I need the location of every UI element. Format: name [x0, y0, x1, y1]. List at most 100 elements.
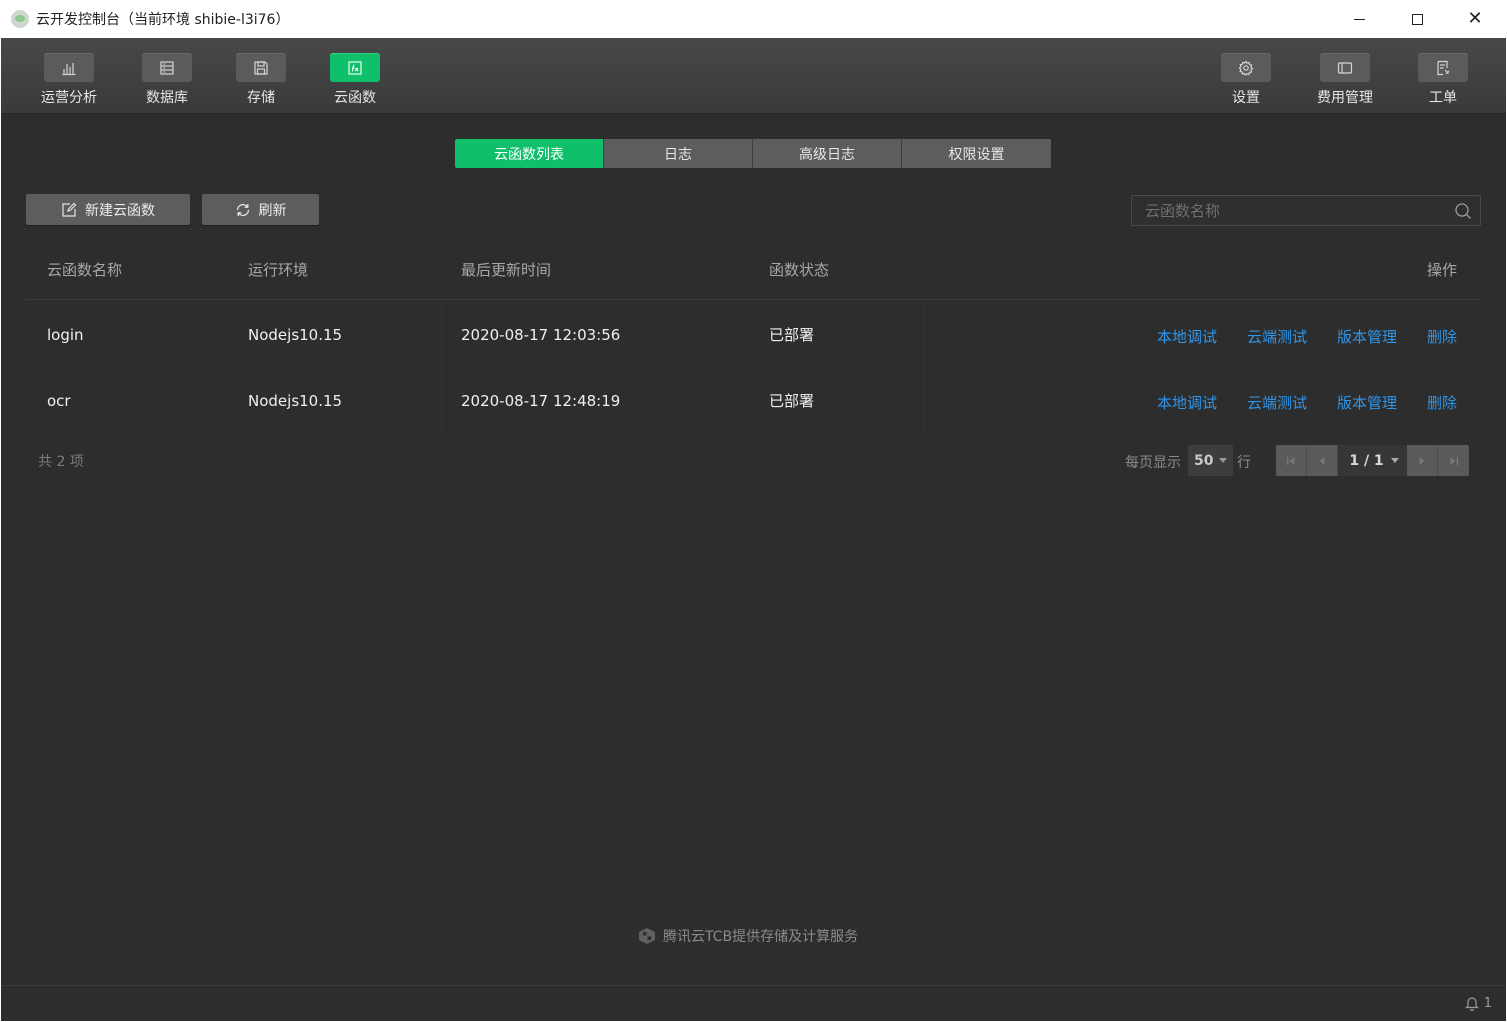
page-size-select[interactable]: 50: [1188, 445, 1233, 476]
column-header-runtime[interactable]: 运行环境: [248, 248, 308, 300]
column-divider: [441, 368, 442, 434]
toolbar-item-billing[interactable]: 费用管理: [1305, 53, 1385, 107]
window-titlebar: 云开发控制台（当前环境 shibie-l3i76） ✕: [0, 0, 1507, 38]
version-manage-link[interactable]: 版本管理: [1337, 368, 1397, 434]
maximize-icon: [1411, 13, 1423, 25]
table-row[interactable]: ocr Nodejs10.15 2020-08-17 12:48:19 已部署 …: [26, 368, 1481, 434]
column-header-actions: 操作: [1427, 261, 1458, 279]
next-page-button[interactable]: [1407, 445, 1438, 476]
cloud-test-link[interactable]: 云端测试: [1247, 302, 1307, 368]
current-page: 1 / 1: [1349, 452, 1384, 469]
tab-function-list[interactable]: 云函数列表: [455, 139, 604, 168]
last-page-button[interactable]: [1438, 445, 1469, 476]
toolbar-item-cloud-function[interactable]: 云函数: [315, 53, 395, 107]
toolbar-button-analytics[interactable]: [44, 53, 94, 82]
toolbar-item-storage[interactable]: 存储: [221, 53, 301, 107]
prev-page-icon: [1319, 456, 1325, 465]
cell-runtime: Nodejs10.15: [248, 392, 343, 410]
bar-chart-icon: [62, 62, 76, 75]
toolbar-button-cloud-function[interactable]: [330, 53, 380, 82]
first-page-icon: [1287, 456, 1295, 465]
total-count: 共 2 项: [38, 454, 84, 470]
cell-function-name: ocr: [47, 392, 71, 410]
app-body: 运营分析 数据库 存储 云函数 设置 费用管理 工单 云函数列表 日志 高级日志…: [1, 38, 1506, 1021]
toolbar-button-ticket[interactable]: [1418, 53, 1468, 82]
toolbar-button-storage[interactable]: [236, 53, 286, 82]
last-page-icon: [1450, 456, 1458, 465]
powered-by-text: 腾讯云TCB提供存储及计算服务: [663, 929, 859, 945]
prev-page-button[interactable]: [1307, 445, 1338, 476]
table-header: 云函数名称 运行环境 最后更新时间 函数状态 操作: [26, 248, 1481, 300]
cloud-test-link[interactable]: 云端测试: [1247, 368, 1307, 434]
page-size-value: 50: [1194, 452, 1214, 469]
toolbar-label-database: 数据库: [146, 90, 188, 106]
column-divider: [226, 302, 227, 368]
toolbar-button-database[interactable]: [142, 53, 192, 82]
refresh-icon: [236, 203, 249, 216]
version-manage-link[interactable]: 版本管理: [1337, 302, 1397, 368]
bell-icon: [1464, 997, 1479, 1011]
column-divider: [226, 368, 227, 434]
cell-updated-time: 2020-08-17 12:48:19: [461, 392, 621, 410]
minimize-icon: [1353, 18, 1365, 20]
close-icon: ✕: [1467, 8, 1483, 29]
tab-logs[interactable]: 日志: [604, 139, 753, 168]
toolbar-label-analytics: 运营分析: [41, 90, 97, 106]
tab-advanced-logs[interactable]: 高级日志: [753, 139, 902, 168]
pager: 1 / 1: [1276, 445, 1469, 476]
search-icon[interactable]: [1454, 202, 1472, 220]
close-button[interactable]: ✕: [1446, 0, 1504, 38]
delete-link[interactable]: 删除: [1427, 368, 1457, 434]
table-row[interactable]: login Nodejs10.15 2020-08-17 12:03:56 已部…: [26, 302, 1481, 368]
toolbar-label-billing: 费用管理: [1317, 90, 1373, 106]
column-divider: [441, 302, 442, 368]
function-icon: [348, 60, 362, 75]
page-size-unit: 行: [1237, 455, 1251, 471]
toolbar-item-database[interactable]: 数据库: [127, 53, 207, 107]
storage-icon: [254, 60, 268, 75]
maximize-button[interactable]: [1388, 0, 1446, 38]
column-header-updated[interactable]: 最后更新时间: [461, 248, 551, 300]
next-page-icon: [1419, 456, 1425, 465]
cell-updated-time: 2020-08-17 12:03:56: [461, 326, 621, 344]
search-input[interactable]: [1132, 196, 1442, 225]
local-debug-link[interactable]: 本地调试: [1157, 368, 1217, 434]
column-header-status[interactable]: 函数状态: [769, 248, 829, 300]
search-box: [1131, 195, 1481, 226]
refresh-button[interactable]: 刷新: [202, 194, 319, 225]
toolbar-item-ticket[interactable]: 工单: [1403, 53, 1483, 107]
local-debug-link[interactable]: 本地调试: [1157, 302, 1217, 368]
page-select[interactable]: 1 / 1: [1338, 445, 1407, 476]
page-size-label: 每页显示: [1125, 455, 1181, 471]
cell-status: 已部署: [769, 326, 815, 344]
minimize-button[interactable]: [1330, 0, 1388, 38]
column-header-name[interactable]: 云函数名称: [47, 248, 122, 300]
billing-icon: [1337, 61, 1353, 74]
cell-function-name: login: [47, 326, 84, 344]
function-tabs: 云函数列表 日志 高级日志 权限设置: [455, 139, 1051, 168]
new-function-label: 新建云函数: [85, 202, 155, 219]
app-logo-icon: [11, 10, 29, 28]
toolbar-label-settings: 设置: [1232, 90, 1260, 106]
column-divider: [923, 368, 924, 434]
main-toolbar: 运营分析 数据库 存储 云函数 设置 费用管理 工单: [1, 38, 1506, 114]
chevron-down-icon: [1391, 458, 1399, 463]
toolbar-label-storage: 存储: [247, 90, 275, 106]
edit-icon: [62, 202, 77, 217]
refresh-label: 刷新: [258, 202, 287, 219]
ticket-icon: [1437, 60, 1450, 75]
toolbar-item-analytics[interactable]: 运营分析: [29, 53, 109, 107]
toolbar-item-settings[interactable]: 设置: [1206, 53, 1286, 107]
toolbar-button-billing[interactable]: [1320, 53, 1370, 82]
tencent-cloud-logo-icon: [639, 928, 655, 944]
toolbar-button-settings[interactable]: [1221, 53, 1271, 82]
first-page-button[interactable]: [1276, 445, 1307, 476]
toolbar-label-ticket: 工单: [1429, 90, 1457, 106]
tab-permissions[interactable]: 权限设置: [902, 139, 1051, 168]
column-divider: [923, 302, 924, 368]
delete-link[interactable]: 删除: [1427, 302, 1457, 368]
window-title: 云开发控制台（当前环境 shibie-l3i76）: [36, 12, 290, 28]
status-bar: 1: [1, 985, 1506, 1021]
notification-button[interactable]: 1: [1464, 995, 1492, 1011]
new-function-button[interactable]: 新建云函数: [26, 194, 190, 225]
